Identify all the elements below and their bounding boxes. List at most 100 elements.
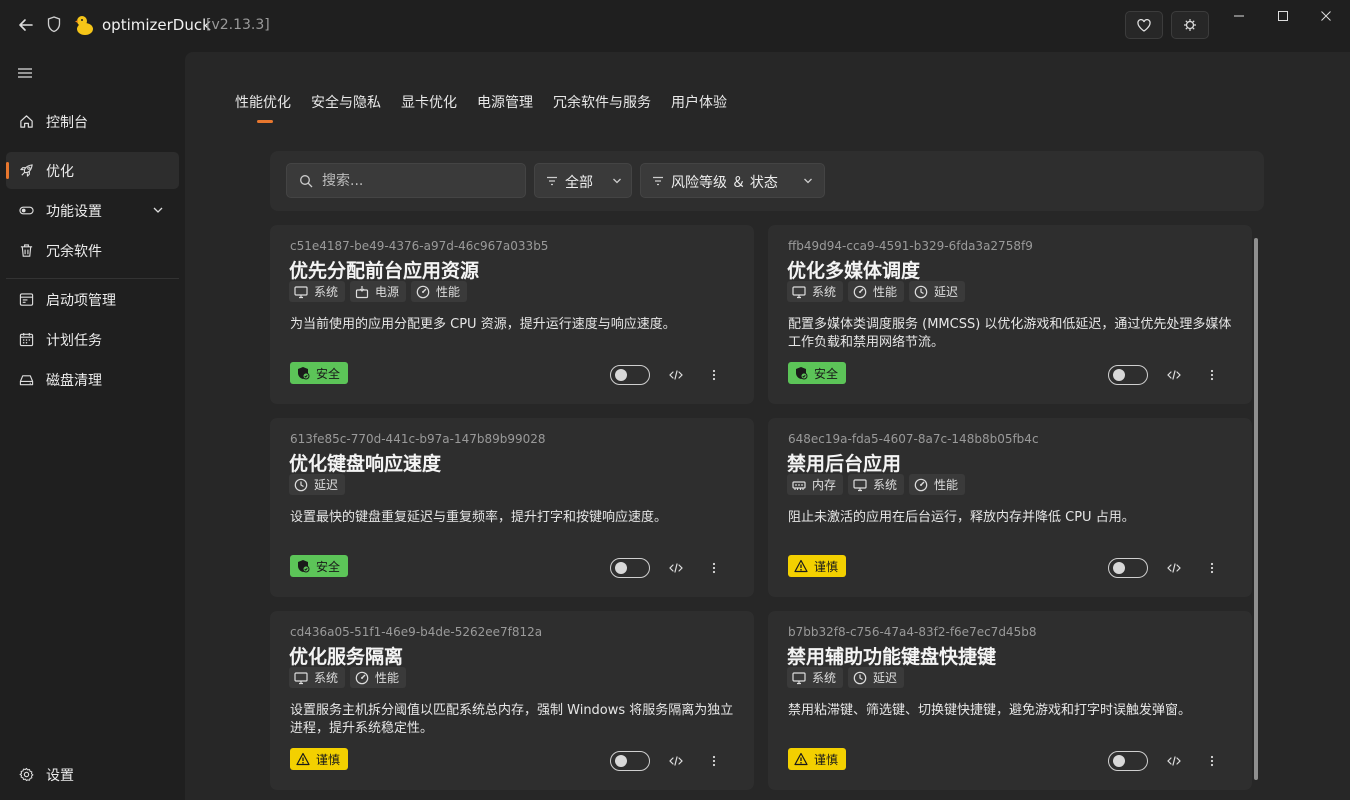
- sidebar-item-label: 优化: [46, 164, 74, 180]
- home-icon: [20, 115, 33, 128]
- tag-chip: 系统: [787, 281, 844, 302]
- card-tags: 系统 性能 延迟: [787, 281, 966, 302]
- code-button[interactable]: [1166, 560, 1182, 576]
- optimization-card[interactable]: ffb49d94-cca9-4591-b329-6fda3a2758f9 优化多媒…: [768, 225, 1252, 404]
- more-options-button[interactable]: [706, 753, 722, 769]
- card-description: 设置服务主机拆分阈值以匹配系统总内存，强制 Windows 将服务隔离为独立进程…: [290, 703, 734, 736]
- tag-label: 系统: [812, 671, 837, 685]
- more-options-button[interactable]: [706, 560, 722, 576]
- tag-chip: 系统: [289, 281, 346, 302]
- more-vertical-icon: [1210, 755, 1214, 767]
- tag-chip: 延迟: [289, 474, 346, 495]
- risk-label: 谨慎: [316, 752, 341, 767]
- enable-toggle[interactable]: [1108, 558, 1148, 578]
- warning-icon: [794, 559, 814, 573]
- more-options-button[interactable]: [706, 367, 722, 383]
- minimize-icon: [1234, 15, 1244, 17]
- enable-toggle[interactable]: [610, 751, 650, 771]
- tab-gpu[interactable]: 显卡优化: [401, 92, 457, 112]
- search-icon: [300, 175, 313, 188]
- tab-security-privacy[interactable]: 安全与隐私: [311, 92, 381, 112]
- tag-label: 系统: [812, 285, 837, 299]
- risk-badge: 谨慎: [788, 555, 847, 577]
- clock-icon: [914, 285, 934, 299]
- optimization-card[interactable]: 648ec19a-fda5-4607-8a7c-148b8b05fb4c 禁用后台…: [768, 418, 1252, 597]
- more-options-button[interactable]: [1204, 560, 1220, 576]
- code-button[interactable]: [668, 753, 684, 769]
- tag-chip: 性能: [909, 474, 966, 495]
- risk-label: 安全: [316, 559, 341, 574]
- more-options-button[interactable]: [1204, 367, 1220, 383]
- maximize-button[interactable]: [1268, 8, 1298, 24]
- active-indicator: [6, 162, 9, 179]
- debug-button[interactable]: [1171, 11, 1209, 39]
- tag-chip: 系统: [289, 667, 346, 688]
- more-options-button[interactable]: [1204, 753, 1220, 769]
- minimize-button[interactable]: [1224, 8, 1254, 24]
- sidebar-item-label: 计划任务: [46, 333, 102, 349]
- duck-logo-icon: [73, 14, 95, 36]
- tag-chip: 系统: [848, 474, 905, 495]
- code-button[interactable]: [1166, 367, 1182, 383]
- sidebar-item-startup[interactable]: 启动项管理: [6, 281, 179, 318]
- sidebar-item-bloatware[interactable]: 冗余软件: [6, 232, 179, 269]
- card-title: 优化服务隔离: [289, 646, 404, 668]
- sidebar-item-scheduled-tasks[interactable]: 计划任务: [6, 321, 179, 358]
- chevron-down-icon: [153, 207, 163, 213]
- card-tags: 系统 性能: [289, 667, 407, 688]
- code-button[interactable]: [1166, 753, 1182, 769]
- risk-status-dropdown[interactable]: 风险等级 ＆ 状态: [640, 163, 825, 198]
- code-button[interactable]: [668, 367, 684, 383]
- category-dropdown[interactable]: 全部: [534, 163, 632, 198]
- search-box: [286, 163, 526, 198]
- disk-icon: [19, 375, 34, 386]
- risk-badge: 安全: [290, 555, 349, 577]
- shield-check-icon: [794, 366, 814, 380]
- monitor-icon: [853, 478, 873, 492]
- code-button[interactable]: [668, 560, 684, 576]
- optimization-card[interactable]: b7bb32f8-c756-47a4-83f2-f6e7ec7d45b8 禁用辅助…: [768, 611, 1252, 790]
- tab-user-experience[interactable]: 用户体验: [671, 92, 727, 112]
- tag-label: 性能: [934, 478, 959, 492]
- scrollbar[interactable]: [1254, 238, 1258, 780]
- enable-toggle[interactable]: [1108, 365, 1148, 385]
- card-tags: 系统 电源 性能: [289, 281, 468, 302]
- code-icon: [669, 756, 683, 766]
- sidebar-item-settings[interactable]: 设置: [6, 756, 179, 793]
- sidebar-item-feature-settings[interactable]: 功能设置: [6, 192, 179, 229]
- enable-toggle[interactable]: [1108, 751, 1148, 771]
- toggle-knob: [615, 562, 627, 574]
- card-tags: 系统 延迟: [787, 667, 905, 688]
- gauge-icon: [355, 671, 375, 685]
- sidebar-item-label: 启动项管理: [46, 293, 116, 309]
- tab-active-indicator: [257, 120, 273, 123]
- card-title: 优先分配前台应用资源: [289, 260, 480, 282]
- risk-status-dropdown-label: 风险等级 ＆ 状态: [671, 175, 778, 191]
- risk-badge: 谨慎: [788, 748, 847, 770]
- tab-power[interactable]: 电源管理: [477, 92, 533, 112]
- optimization-card[interactable]: cd436a05-51f1-46e9-b4de-5262ee7f812a 优化服务…: [270, 611, 754, 790]
- maximize-icon: [1278, 11, 1288, 21]
- tab-bloatware-services[interactable]: 冗余软件与服务: [553, 92, 651, 112]
- tab-performance[interactable]: 性能优化: [235, 92, 291, 112]
- search-input[interactable]: [322, 171, 512, 191]
- shield-check-icon: [296, 559, 316, 573]
- sidebar-divider: [6, 278, 179, 279]
- back-arrow-icon[interactable]: [14, 13, 38, 37]
- sidebar-item-dashboard[interactable]: 控制台: [6, 103, 179, 140]
- optimization-card[interactable]: 613fe85c-770d-441c-b97a-147b89b99028 优化键盘…: [270, 418, 754, 597]
- tag-chip: 电源: [350, 281, 407, 302]
- risk-badge: 安全: [788, 362, 847, 384]
- risk-label: 安全: [814, 366, 839, 381]
- tag-label: 系统: [314, 285, 339, 299]
- card-id: cd436a05-51f1-46e9-b4de-5262ee7f812a: [290, 625, 543, 639]
- sidebar-settings-label: 设置: [46, 768, 74, 784]
- enable-toggle[interactable]: [610, 558, 650, 578]
- sidebar-item-optimize[interactable]: 优化: [6, 152, 179, 189]
- heart-button[interactable]: [1125, 11, 1163, 39]
- close-button[interactable]: [1311, 8, 1341, 24]
- optimization-card[interactable]: c51e4187-be49-4376-a97d-46c967a033b5 优先分配…: [270, 225, 754, 404]
- hamburger-menu-icon[interactable]: [17, 64, 33, 78]
- sidebar-item-disk-cleanup[interactable]: 磁盘清理: [6, 361, 179, 398]
- enable-toggle[interactable]: [610, 365, 650, 385]
